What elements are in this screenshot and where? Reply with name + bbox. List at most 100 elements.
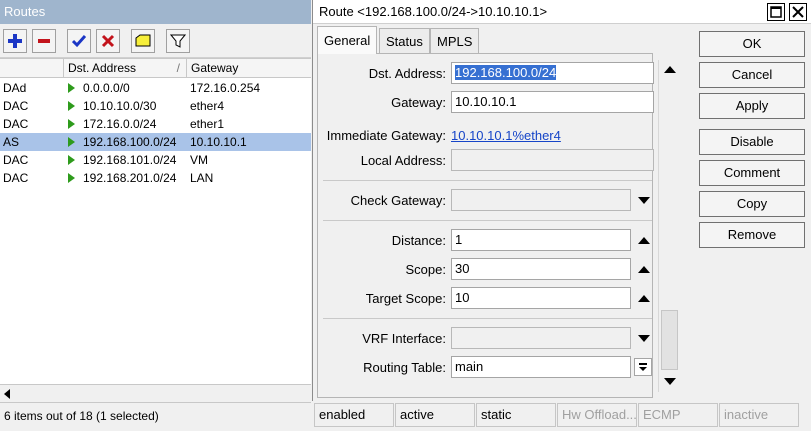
row-gateway: LAN xyxy=(190,171,214,185)
routes-window-title: Routes xyxy=(0,0,311,24)
separator xyxy=(323,220,652,221)
route-status-bar: enabled active static Hw Offload... ECMP… xyxy=(312,401,811,431)
chevron-down-icon xyxy=(638,334,650,342)
table-row[interactable]: DAd 0.0.0.0/0 172.16.0.254 xyxy=(0,79,311,97)
gateway-label: Gateway: xyxy=(391,95,446,110)
check-gateway-select[interactable] xyxy=(451,189,631,211)
add-button[interactable] xyxy=(3,29,27,53)
target-scope-label: Target Scope: xyxy=(365,291,446,306)
target-scope-input[interactable]: 10 xyxy=(451,287,631,309)
apply-button[interactable]: Apply xyxy=(699,93,805,119)
ok-button[interactable]: OK xyxy=(699,31,805,57)
row-dst-text: 0.0.0.0/0 xyxy=(83,81,130,95)
row-dst-address: 10.10.10.0/30 xyxy=(64,97,187,115)
table-row[interactable]: DAC 172.16.0.0/24 ether1 xyxy=(0,115,311,133)
row-dst-address: 192.168.201.0/24 xyxy=(64,169,187,187)
row-gateway: ether1 xyxy=(190,117,225,131)
target-scope-toggle-button[interactable] xyxy=(635,289,653,307)
status-inactive: inactive xyxy=(719,403,799,427)
tab-status[interactable]: Status xyxy=(379,28,430,53)
routing-table-select[interactable]: main xyxy=(451,356,631,378)
scroll-up-icon[interactable] xyxy=(664,66,676,73)
scroll-left-icon[interactable] xyxy=(4,389,10,399)
row-dst-address: 192.168.101.0/24 xyxy=(64,151,187,169)
scroll-down-icon[interactable] xyxy=(664,378,676,385)
close-icon xyxy=(792,6,804,18)
chevron-down-icon xyxy=(638,196,650,204)
separator xyxy=(323,318,652,319)
filter-icon xyxy=(170,34,186,48)
vrf-interface-select[interactable] xyxy=(451,327,631,349)
separator xyxy=(323,180,652,181)
row-flags: DAC xyxy=(3,99,29,113)
check-gateway-dropdown-button[interactable] xyxy=(635,191,653,209)
route-arrow-icon xyxy=(68,173,75,183)
route-arrow-icon xyxy=(68,83,75,93)
column-header-dst-label: Dst. Address xyxy=(68,61,137,75)
dst-address-value: 192.168.100.0/24 xyxy=(455,65,557,80)
status-ecmp: ECMP xyxy=(638,403,718,427)
dst-address-input[interactable]: 192.168.100.0/24 xyxy=(451,62,654,84)
distance-input[interactable]: 1 xyxy=(451,229,631,251)
distance-label: Distance: xyxy=(391,233,446,248)
route-arrow-icon xyxy=(68,119,75,129)
filter-button[interactable] xyxy=(166,29,190,53)
row-gateway: 10.10.10.1 xyxy=(190,135,247,149)
local-address-label: Local Address: xyxy=(360,153,446,168)
immediate-gateway-link[interactable]: 10.10.10.1%ether4 xyxy=(451,128,561,143)
comment-button[interactable]: Comment xyxy=(699,160,805,186)
disable-button[interactable] xyxy=(96,29,120,53)
row-flags: DAd xyxy=(3,81,27,95)
horizontal-scrollbar[interactable] xyxy=(0,384,311,402)
scope-label: Scope: xyxy=(405,262,446,277)
status-enabled: enabled xyxy=(314,403,394,427)
column-header-gateway[interactable]: Gateway xyxy=(187,59,311,78)
table-row-selected[interactable]: AS 192.168.100.0/24 10.10.10.1 xyxy=(0,133,311,151)
routes-window: Routes Dst. Address / Gateway DAd 0.0.0.… xyxy=(0,0,311,431)
table-row[interactable]: DAC 192.168.101.0/24 VM xyxy=(0,151,311,169)
scope-input[interactable]: 30 xyxy=(451,258,631,280)
form-vertical-scrollbar[interactable] xyxy=(658,60,680,392)
tab-mpls[interactable]: MPLS xyxy=(430,28,480,53)
gateway-input[interactable]: 10.10.10.1 xyxy=(451,91,654,113)
cancel-button[interactable]: Cancel xyxy=(699,62,805,88)
row-gateway: 172.16.0.254 xyxy=(190,81,261,95)
arrow-up-icon xyxy=(638,294,650,302)
row-gateway: ether4 xyxy=(190,99,225,113)
enable-button[interactable] xyxy=(67,29,91,53)
routes-table[interactable]: Dst. Address / Gateway DAd 0.0.0.0/0 172… xyxy=(0,58,311,384)
row-flags: AS xyxy=(3,135,20,149)
status-active: active xyxy=(395,403,475,427)
arrow-up-icon xyxy=(638,236,650,244)
table-row[interactable]: DAC 192.168.201.0/24 LAN xyxy=(0,169,311,187)
row-gateway: VM xyxy=(190,153,208,167)
row-dst-text: 192.168.201.0/24 xyxy=(83,171,177,185)
vrf-interface-dropdown-button[interactable] xyxy=(635,329,653,347)
disable-button[interactable]: Disable xyxy=(699,129,805,155)
remove-route-button[interactable]: Remove xyxy=(699,222,805,248)
plus-icon xyxy=(8,34,22,48)
comment-button[interactable] xyxy=(131,29,155,53)
copy-button[interactable]: Copy xyxy=(699,191,805,217)
column-header-dst-address[interactable]: Dst. Address / xyxy=(64,59,187,78)
status-static: static xyxy=(476,403,556,427)
table-row[interactable]: DAC 10.10.10.0/30 ether4 xyxy=(0,97,311,115)
close-button[interactable] xyxy=(789,3,807,21)
row-dst-text: 192.168.101.0/24 xyxy=(83,153,177,167)
column-header-flags[interactable] xyxy=(0,59,64,78)
dst-address-label: Dst. Address: xyxy=(368,66,446,81)
distance-toggle-button[interactable] xyxy=(635,231,653,249)
scope-toggle-button[interactable] xyxy=(635,260,653,278)
routing-table-label: Routing Table: xyxy=(363,360,446,375)
row-dst-text: 192.168.100.0/24 xyxy=(83,135,177,149)
route-arrow-icon xyxy=(68,137,75,147)
status-hw-offload: Hw Offload... xyxy=(557,403,637,427)
scrollbar-thumb[interactable] xyxy=(661,310,678,370)
remove-button[interactable] xyxy=(32,29,56,53)
maximize-button[interactable] xyxy=(767,3,785,21)
chevron-down-icon xyxy=(639,363,647,371)
row-dst-address: 192.168.100.0/24 xyxy=(64,133,187,151)
tab-general[interactable]: General xyxy=(317,26,378,54)
routing-table-dropdown-button[interactable] xyxy=(634,358,652,376)
immediate-gateway-label: Immediate Gateway: xyxy=(326,128,446,143)
